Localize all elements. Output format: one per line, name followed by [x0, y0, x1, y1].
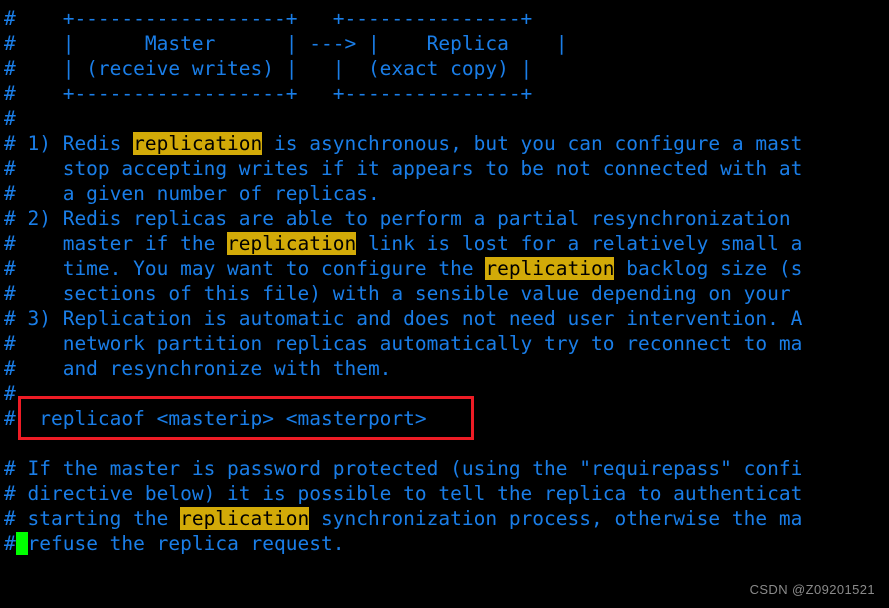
terminal-line: # directive below) it is possible to tel… [4, 481, 889, 506]
terminal-line: # replicaof <masterip> <masterport> [4, 406, 889, 431]
terminal-line: # If the master is password protected (u… [4, 456, 889, 481]
terminal-text: # a given number of replicas. [4, 182, 380, 205]
text-cursor[interactable] [15, 532, 28, 555]
terminal-line: # starting the replication synchronizati… [4, 506, 889, 531]
terminal-text: # [4, 382, 16, 405]
search-highlight-match: replication [133, 132, 263, 155]
terminal-window[interactable]: # +------------------+ +---------------+… [0, 0, 889, 608]
terminal-line: # 3) Replication is automatic and does n… [4, 306, 889, 331]
terminal-line: # | (receive writes) | | (exact copy) | [4, 56, 889, 81]
terminal-line: # sections of this file) with a sensible… [4, 281, 889, 306]
terminal-line: # master if the replication link is lost… [4, 231, 889, 256]
terminal-line: # and resynchronize with them. [4, 356, 889, 381]
terminal-text: # 3) Replication is automatic and does n… [4, 307, 803, 330]
terminal-text: is asynchronous, but you can configure a… [262, 132, 803, 155]
terminal-text: # sections of this file) with a sensible… [4, 282, 791, 305]
terminal-line: # network partition replicas automatical… [4, 331, 889, 356]
search-highlight-match: replication [485, 257, 615, 280]
terminal-text: backlog size (s [614, 257, 803, 280]
terminal-text: # [4, 107, 16, 130]
terminal-line: # [4, 381, 889, 406]
terminal-text: # master if the [4, 232, 228, 255]
terminal-text: # 2) Redis replicas are able to perform … [4, 207, 791, 230]
terminal-line: # +------------------+ +---------------+ [4, 6, 889, 31]
terminal-line: # 1) Redis replication is asynchronous, … [4, 131, 889, 156]
terminal-text: # and resynchronize with them. [4, 357, 392, 380]
terminal-line: # | Master | ---> | Replica | [4, 31, 889, 56]
terminal-text: refuse the replica request. [27, 532, 345, 555]
terminal-line: # 2) Redis replicas are able to perform … [4, 206, 889, 231]
terminal-text: # | Master | ---> | Replica | [4, 32, 568, 55]
watermark: CSDN @Z09201521 [749, 582, 875, 597]
search-highlight-match: replication [180, 507, 310, 530]
terminal-text: # 1) Redis [4, 132, 134, 155]
terminal-text: # +------------------+ +---------------+ [4, 82, 533, 105]
terminal-text: # If the master is password protected (u… [4, 457, 803, 480]
terminal-text: # directive below) it is possible to tel… [4, 482, 803, 505]
terminal-text: # network partition replicas automatical… [4, 332, 803, 355]
terminal-text: # replicaof <masterip> <masterport> [4, 407, 427, 430]
search-highlight-match: replication [227, 232, 357, 255]
terminal-text: # time. You may want to configure the [4, 257, 486, 280]
terminal-text: # | (receive writes) | | (exact copy) | [4, 57, 533, 80]
terminal-line: # refuse the replica request. [4, 531, 889, 556]
terminal-text: # stop accepting writes if it appears to… [4, 157, 803, 180]
terminal-line: # [4, 106, 889, 131]
terminal-line: # +------------------+ +---------------+ [4, 81, 889, 106]
terminal-text: # +------------------+ +---------------+ [4, 7, 533, 30]
terminal-line: # stop accepting writes if it appears to… [4, 156, 889, 181]
terminal-text: # starting the [4, 507, 181, 530]
terminal-line: # a given number of replicas. [4, 181, 889, 206]
terminal-text: link is lost for a relatively small a [356, 232, 803, 255]
terminal-text: # [4, 532, 16, 555]
terminal-text: synchronization process, otherwise the m… [309, 507, 803, 530]
terminal-line: # time. You may want to configure the re… [4, 256, 889, 281]
terminal-text-buffer[interactable]: # +------------------+ +---------------+… [4, 6, 889, 556]
